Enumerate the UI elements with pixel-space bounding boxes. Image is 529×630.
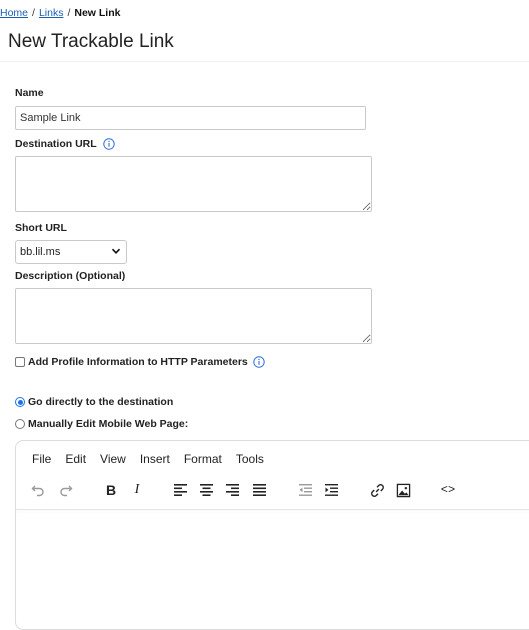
bold-button[interactable]: B: [102, 481, 120, 499]
redo-button[interactable]: [57, 481, 75, 499]
chevron-down-icon: [111, 248, 121, 254]
insert-image-button[interactable]: [394, 481, 412, 499]
short-url-label: Short URL: [15, 222, 67, 234]
italic-icon: I: [134, 482, 140, 497]
title-divider: [0, 61, 529, 62]
destination-url-label-row: Destination URL: [15, 138, 116, 150]
breadcrumb-current: New Link: [74, 7, 121, 19]
align-center-button[interactable]: [198, 481, 216, 499]
manual-edit-radio[interactable]: [15, 419, 25, 429]
menu-file[interactable]: File: [32, 452, 51, 466]
image-icon: [396, 483, 410, 497]
editor-content-area[interactable]: [16, 511, 529, 629]
outdent-button[interactable]: [297, 481, 315, 499]
breadcrumb-home-link[interactable]: Home: [0, 7, 28, 19]
page-title: New Trackable Link: [8, 31, 174, 52]
profile-info-checkbox[interactable]: [15, 357, 25, 367]
italic-button[interactable]: I: [128, 481, 146, 499]
manual-edit-row: Manually Edit Mobile Web Page:: [15, 418, 188, 430]
link-icon: [370, 483, 384, 497]
menu-insert[interactable]: Insert: [140, 452, 170, 466]
editor-toolbar-divider: [16, 509, 529, 510]
profile-info-row: Add Profile Information to HTTP Paramete…: [15, 356, 265, 368]
align-center-icon: [200, 484, 213, 496]
undo-icon: [31, 485, 44, 497]
bold-icon: B: [105, 482, 117, 498]
description-textarea[interactable]: [15, 288, 372, 344]
indent-button[interactable]: [323, 481, 341, 499]
indent-icon: [325, 484, 338, 496]
description-label: Description (Optional): [15, 270, 126, 282]
redo-icon: [60, 485, 73, 497]
align-justify-button[interactable]: [251, 481, 269, 499]
destination-url-textarea[interactable]: [15, 156, 372, 212]
align-left-button[interactable]: [172, 481, 190, 499]
info-icon[interactable]: [253, 356, 265, 368]
undo-button[interactable]: [29, 481, 47, 499]
align-left-icon: [174, 484, 187, 496]
outdent-icon: [299, 484, 312, 496]
align-justify-icon: [253, 484, 266, 496]
breadcrumb: Home / Links / New Link: [0, 7, 120, 19]
align-right-icon: [226, 484, 239, 496]
breadcrumb-separator: /: [67, 7, 71, 19]
profile-info-label[interactable]: Add Profile Information to HTTP Paramete…: [28, 356, 248, 368]
destination-url-label: Destination URL: [15, 138, 97, 150]
short-url-selected-value: bb.lil.ms: [20, 246, 61, 258]
short-url-select[interactable]: bb.lil.ms: [15, 240, 127, 264]
go-direct-radio[interactable]: [15, 397, 25, 407]
editor-menubar: File Edit View Insert Format Tools: [32, 452, 264, 466]
insert-link-button[interactable]: [368, 481, 386, 499]
go-direct-row: Go directly to the destination: [15, 396, 173, 408]
manual-edit-label[interactable]: Manually Edit Mobile Web Page:: [28, 418, 188, 430]
name-label: Name: [15, 87, 44, 99]
info-icon[interactable]: [103, 138, 116, 150]
go-direct-label[interactable]: Go directly to the destination: [28, 396, 173, 408]
menu-view[interactable]: View: [100, 452, 126, 466]
menu-edit[interactable]: Edit: [65, 452, 86, 466]
menu-format[interactable]: Format: [184, 452, 222, 466]
source-code-button[interactable]: <>: [439, 481, 457, 499]
name-input[interactable]: [15, 106, 366, 130]
breadcrumb-separator: /: [32, 7, 35, 19]
code-icon: <>: [440, 483, 456, 497]
menu-tools[interactable]: Tools: [236, 452, 264, 466]
rich-text-editor: File Edit View Insert Format Tools B I <…: [15, 440, 529, 630]
align-right-button[interactable]: [224, 481, 242, 499]
breadcrumb-links-link[interactable]: Links: [39, 7, 64, 19]
